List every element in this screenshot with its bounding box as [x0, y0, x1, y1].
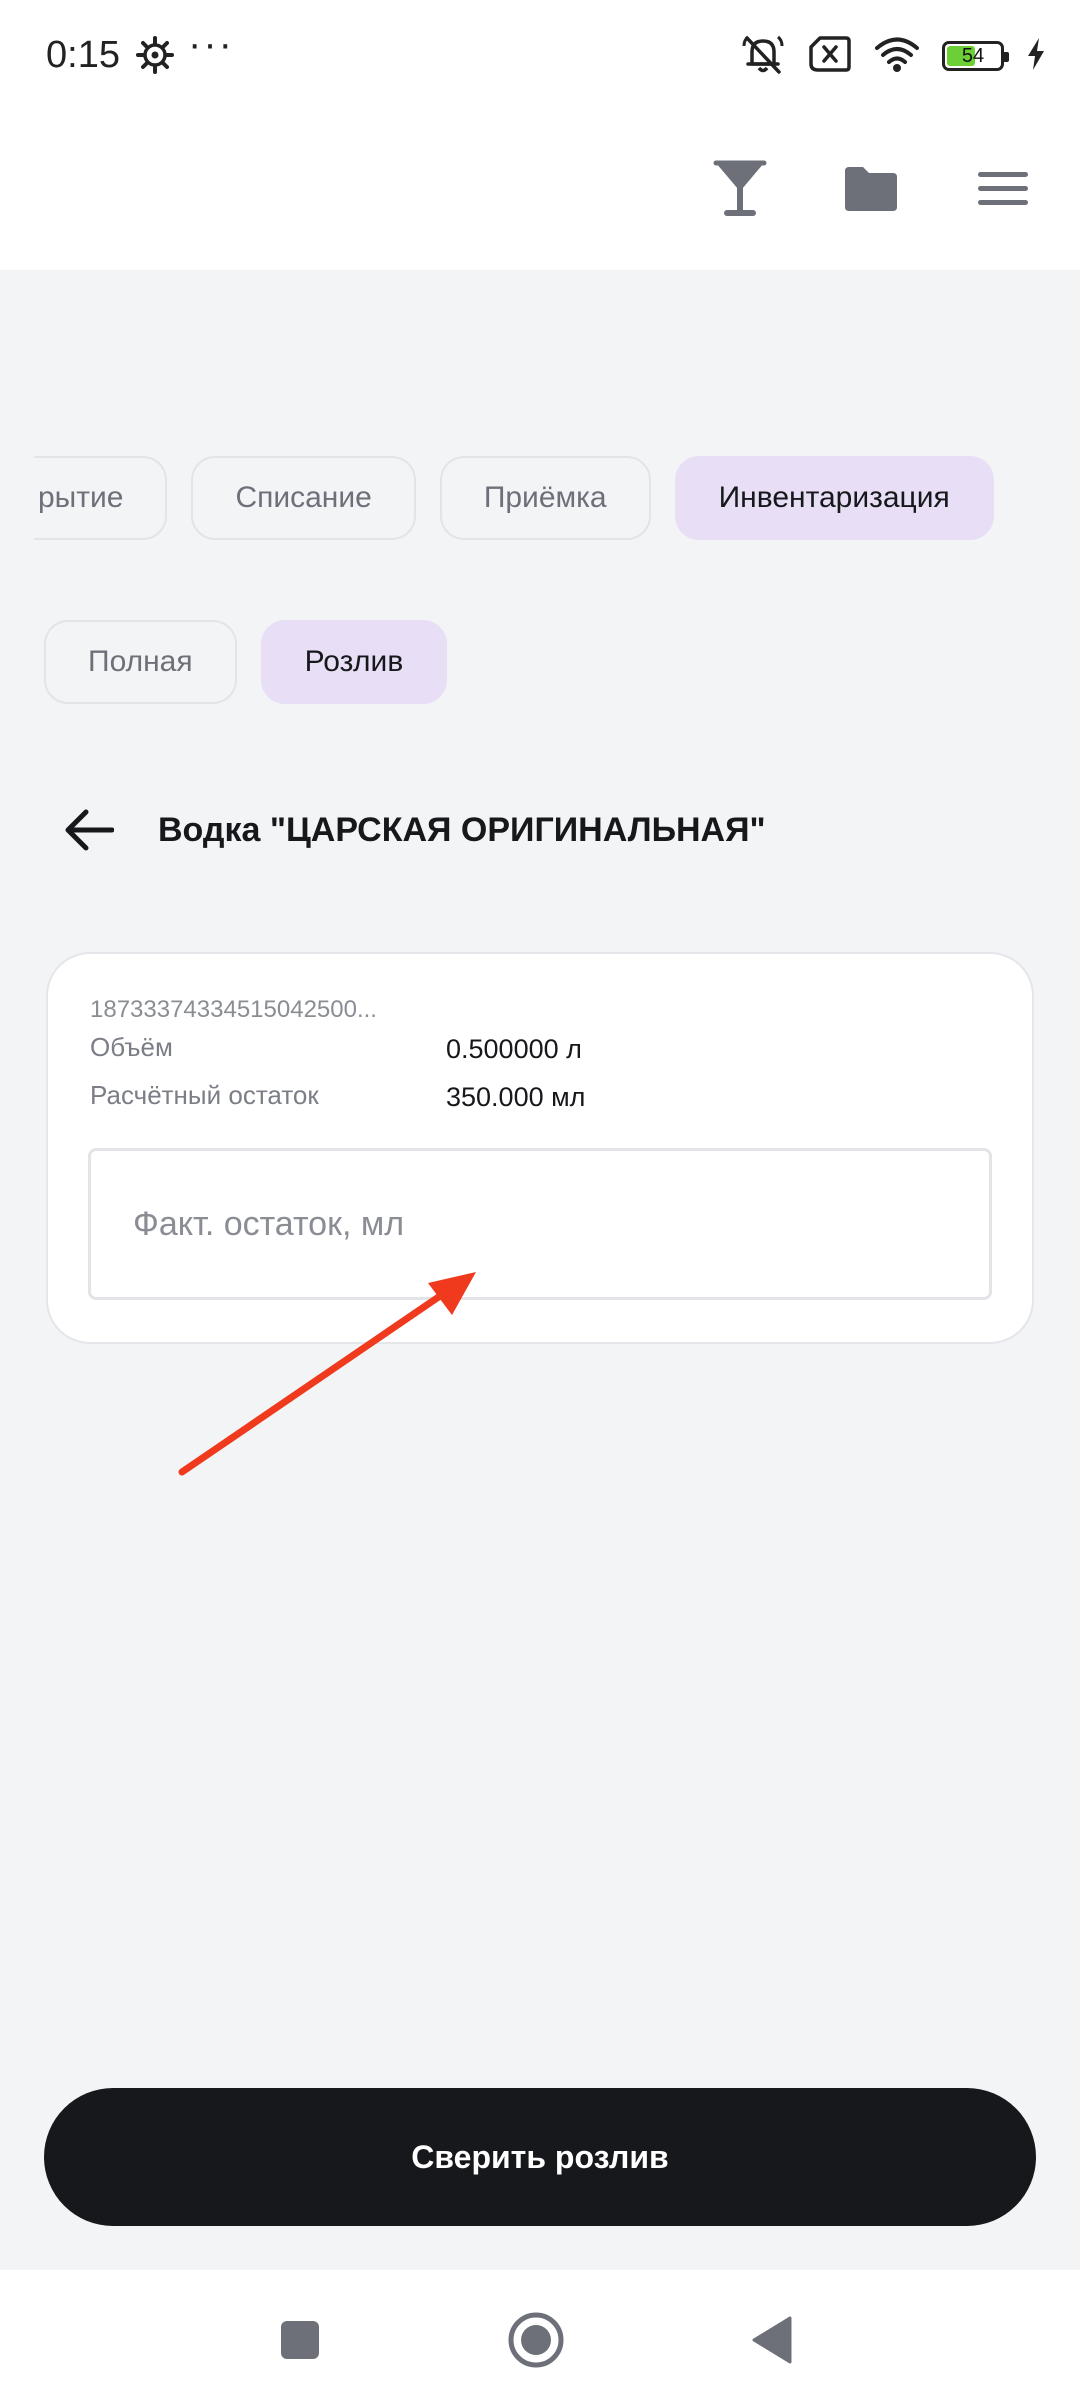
reconcile-pour-button[interactable]: Сверить розлив [44, 2088, 1036, 2226]
muted-bell-icon [740, 32, 786, 81]
bottle-card: 18733374334515042500... Объём 0.500000 л… [46, 952, 1034, 1344]
actual-rest-input[interactable] [88, 1148, 992, 1300]
back-arrow-icon[interactable] [56, 797, 122, 863]
more-notifications-icon: ··· [188, 22, 234, 66]
operation-tabs: рытие Списание Приёмка Инвентаризация [34, 456, 1080, 544]
tab-inventory[interactable]: Инвентаризация [674, 456, 994, 540]
charging-bolt-icon [1026, 37, 1046, 76]
tab-write-off[interactable]: Списание [191, 456, 416, 540]
folder-icon[interactable] [836, 154, 906, 224]
inventory-type-tabs: Полная Розлив [44, 620, 448, 704]
recent-apps-square-icon[interactable] [264, 2304, 336, 2376]
app-bar [0, 110, 1080, 270]
volume-value: 0.500000 л [446, 1034, 582, 1064]
barcode: 18733374334515042500... [90, 996, 377, 1023]
status-bar: 0:15 ··· 54 [0, 0, 1080, 110]
status-time: 0:15 [46, 34, 120, 76]
home-circle-icon[interactable] [500, 2304, 572, 2376]
operation-tabs-track: рытие Списание Приёмка Инвентаризация [34, 456, 994, 540]
no-sim-icon [808, 34, 852, 79]
system-navigation-bar [0, 2270, 1080, 2400]
tab-receiving[interactable]: Приёмка [439, 456, 651, 540]
wifi-icon [874, 35, 920, 78]
settings-gear-icon [136, 36, 174, 74]
tab-full-inventory[interactable]: Полная [44, 620, 237, 704]
title-row: Водка "ЦАРСКАЯ ОРИГИНАЛЬНАЯ" [56, 790, 766, 870]
calculated-rest-label: Расчётный остаток [90, 1080, 319, 1110]
menu-icon[interactable] [968, 154, 1038, 224]
back-triangle-icon[interactable] [736, 2304, 808, 2376]
cocktail-glass-icon[interactable] [705, 154, 775, 224]
battery-level: 54 [961, 45, 985, 67]
tab-opening[interactable]: рытие [34, 456, 168, 540]
page-title: Водка "ЦАРСКАЯ ОРИГИНАЛЬНАЯ" [158, 810, 766, 849]
status-icons: 54 [740, 34, 1046, 78]
calculated-rest-value: 350.000 мл [446, 1082, 586, 1112]
tab-pour-inventory[interactable]: Розлив [260, 620, 448, 704]
battery-icon: 54 [942, 41, 1009, 71]
volume-label: Объём [90, 1032, 173, 1062]
